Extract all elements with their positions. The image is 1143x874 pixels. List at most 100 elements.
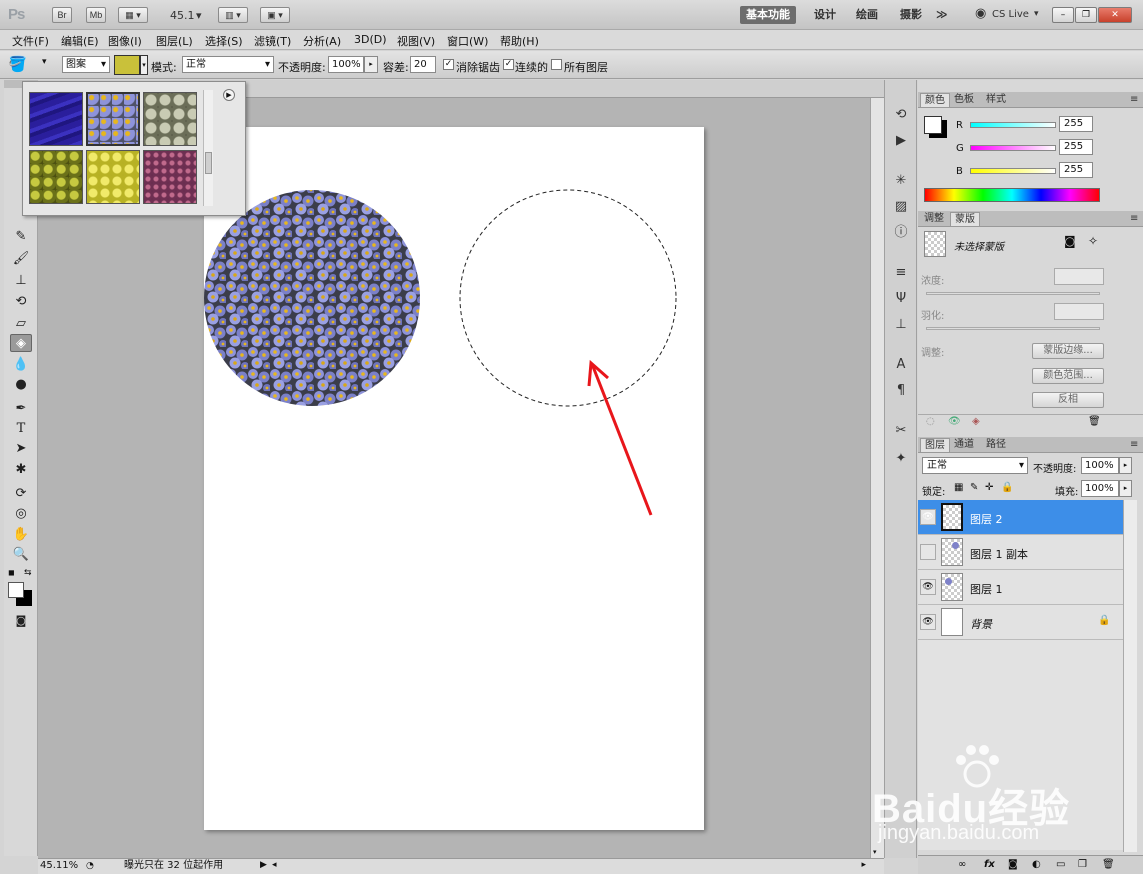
pattern-swatch-blue-flowers[interactable] xyxy=(86,92,140,146)
masks-panel-footer: ◌ 👁 ◈ 🗑 xyxy=(918,414,1143,430)
feather-input[interactable] xyxy=(1054,303,1104,320)
mask-thumbnail xyxy=(924,231,946,257)
pattern-swatch-purple-flowers[interactable] xyxy=(143,150,197,204)
3d-panel-icon[interactable]: ✳ xyxy=(891,172,911,190)
layer-opacity-arrow[interactable]: ▸ xyxy=(1119,457,1132,474)
scroll-right-arrow[interactable]: ▸ xyxy=(861,860,866,870)
layer-thumbnail xyxy=(941,503,963,531)
tab-layers[interactable]: 图层 xyxy=(920,438,950,452)
scroll-down-arrow[interactable]: ▾ xyxy=(873,848,877,856)
brush-panel-icon[interactable]: Ψ xyxy=(891,290,911,308)
masks-panel-tabs: 调整 蒙版 ≡ xyxy=(918,211,1143,227)
paragraph-panel-icon[interactable]: ¶ xyxy=(891,382,911,400)
fill-input[interactable]: 100% xyxy=(1081,480,1119,497)
lock-position-icon[interactable]: ✛ xyxy=(985,482,993,493)
blue-label: B xyxy=(956,166,963,177)
layer-opacity-label: 不透明度: xyxy=(1033,464,1077,475)
layer-style-icon[interactable]: fx xyxy=(984,859,995,870)
fill-arrow[interactable]: ▸ xyxy=(1119,480,1132,497)
pixel-mask-icon[interactable]: ◙ xyxy=(1064,234,1076,248)
layer-name: 图层 1 xyxy=(970,583,1003,596)
layer-thumbnail xyxy=(941,538,963,566)
red-value-input[interactable]: 255 xyxy=(1059,116,1093,132)
clone-source-icon[interactable]: ⊥ xyxy=(891,316,911,334)
link-layers-icon[interactable]: ∞ xyxy=(958,859,966,870)
pattern-swatch-yellow-green-leaves[interactable] xyxy=(29,150,83,204)
adjustment-layer-icon[interactable]: ◐ xyxy=(1032,859,1041,870)
invert-button[interactable]: 反相 xyxy=(1032,392,1104,408)
chevron-down-icon: ▾ xyxy=(1018,460,1024,471)
add-mask-icon[interactable]: ◙ xyxy=(1008,859,1018,870)
tool-presets-icon[interactable]: ✂ xyxy=(891,422,911,440)
pattern-picker-menu-icon[interactable]: ▶ xyxy=(223,89,235,101)
layer-row-layer1-copy[interactable]: · 图层 1 副本 xyxy=(918,535,1123,570)
color-panel-foreground-swatch[interactable] xyxy=(924,116,942,134)
green-slider[interactable] xyxy=(970,145,1056,151)
density-input[interactable] xyxy=(1054,268,1104,285)
tab-adjustments[interactable]: 调整 xyxy=(920,212,948,226)
color-spectrum-bar[interactable] xyxy=(924,188,1100,202)
history-panel-icon[interactable]: ⟲ xyxy=(891,106,911,124)
mask-edge-button[interactable]: 蒙版边缘... xyxy=(1032,343,1104,359)
refine-label: 调整: xyxy=(921,348,945,359)
layers-scrollbar[interactable] xyxy=(1123,500,1137,852)
tab-styles[interactable]: 样式 xyxy=(982,93,1010,107)
panel-menu-icon[interactable]: ≡ xyxy=(1126,93,1142,107)
delete-layer-icon[interactable]: 🗑 xyxy=(1102,859,1115,870)
load-selection-icon[interactable]: ◌ xyxy=(926,416,935,427)
panel-menu-icon[interactable]: ≡ xyxy=(1126,212,1142,226)
brush-presets-icon[interactable]: ≡ xyxy=(891,264,911,282)
layer-row-background[interactable]: 👁 背景 🔒 xyxy=(918,605,1123,640)
vector-mask-icon[interactable]: ✧ xyxy=(1088,234,1098,248)
pattern-swatch-yellow-flowers[interactable] xyxy=(86,150,140,204)
pattern-swatch-blue-water[interactable] xyxy=(29,92,83,146)
blue-slider[interactable] xyxy=(970,168,1056,174)
layers-panel-footer: ∞ fx ◙ ◐ ▭ ❐ 🗑 xyxy=(918,855,1143,874)
red-slider[interactable] xyxy=(970,122,1056,128)
lock-transparency-icon[interactable]: ▦ xyxy=(954,482,963,493)
tab-channels[interactable]: 通道 xyxy=(950,438,978,452)
layers-panel-tabs: 图层 通道 路径 ≡ xyxy=(918,437,1143,453)
status-info: 曝光只在 32 位起作用 xyxy=(124,860,224,871)
color-range-button[interactable]: 颜色范围... xyxy=(1032,368,1104,384)
green-value-input[interactable]: 255 xyxy=(1059,139,1093,155)
navigator-panel-icon[interactable]: ▨ xyxy=(891,198,911,216)
visibility-eye-icon[interactable]: 👁 xyxy=(920,509,936,525)
feather-slider[interactable] xyxy=(926,327,1100,330)
layer-row-layer2[interactable]: 👁 图层 2 xyxy=(918,500,1123,535)
pattern-picker-scrollbar[interactable] xyxy=(203,90,213,206)
blend-mode-select[interactable]: 正常 ▾ xyxy=(922,457,1028,474)
density-slider[interactable] xyxy=(926,292,1100,295)
tab-masks[interactable]: 蒙版 xyxy=(950,212,980,226)
layer-thumb-circle xyxy=(945,578,952,585)
visibility-eye-icon[interactable]: 👁 xyxy=(920,614,936,630)
panel-menu-icon[interactable]: ≡ xyxy=(1126,438,1142,452)
new-layer-icon[interactable]: ❐ xyxy=(1078,859,1087,870)
apply-mask-icon[interactable]: ◈ xyxy=(972,416,980,427)
character-panel-icon[interactable]: A xyxy=(891,356,911,374)
visibility-eye-icon[interactable]: 👁 xyxy=(920,579,936,595)
mask-visibility-eye-icon[interactable]: 👁 xyxy=(948,416,961,427)
tab-color[interactable]: 颜色 xyxy=(920,93,950,107)
layer-opacity-input[interactable]: 100% xyxy=(1081,457,1119,474)
new-group-icon[interactable]: ▭ xyxy=(1056,859,1065,870)
info-panel-icon[interactable]: ⓘ xyxy=(891,224,911,242)
pattern-picker-scroll-thumb[interactable] xyxy=(205,152,212,174)
tab-paths[interactable]: 路径 xyxy=(982,438,1010,452)
delete-mask-icon[interactable]: 🗑 xyxy=(1088,416,1101,427)
vertical-scrollbar[interactable]: ▾ xyxy=(870,98,884,858)
blue-value-input[interactable]: 255 xyxy=(1059,162,1093,178)
lock-pixels-icon[interactable]: ✎ xyxy=(970,482,978,493)
actions-panel-icon[interactable]: ▶ xyxy=(891,132,911,150)
tab-swatches[interactable]: 色板 xyxy=(950,93,978,107)
layer-row-layer1[interactable]: 👁 图层 1 xyxy=(918,570,1123,605)
lock-all-icon[interactable]: 🔒 xyxy=(1001,482,1013,493)
status-zoom[interactable]: 45.11% xyxy=(40,858,80,874)
fill-label: 填充: xyxy=(1055,487,1079,498)
visibility-eye-off-icon[interactable]: · xyxy=(920,544,936,560)
pattern-swatch-ivy-leaves[interactable] xyxy=(143,92,197,146)
status-menu-arrow[interactable]: ▶ xyxy=(260,860,267,870)
scroll-left-arrow[interactable]: ◂ xyxy=(272,860,277,870)
notes-panel-icon[interactable]: ✦ xyxy=(891,450,911,468)
status-info-icon: ◔ xyxy=(86,861,94,871)
